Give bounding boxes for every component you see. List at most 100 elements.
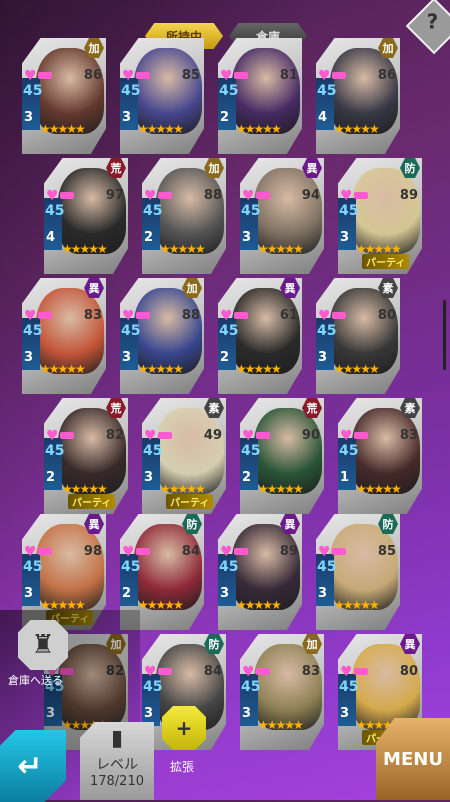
rarity-stars: ★★★★★ [62,242,108,256]
unit-level: 45 [219,559,239,575]
affinity-bar [136,548,150,555]
return-arrow-icon: ↵ [17,748,43,784]
rarity-stars: ★★★★★ [236,122,282,136]
heart-icon: ♥ [340,188,353,204]
heart-icon: ♥ [24,68,37,84]
slot-number: 2 [220,350,230,365]
affinity-bar [354,668,368,675]
cards-icon: ▮ [110,726,124,751]
demon-level: 86 [377,68,396,83]
rarity-stars: ★★★★★ [334,598,380,612]
rarity-stars: ★★★★★ [160,242,206,256]
slot-number: 2 [242,470,252,485]
demon-card[interactable]: 45 3 ♥ 85 ★★★★★ [120,38,204,154]
affinity-bar [256,432,270,439]
unit-level: 45 [45,443,65,459]
demon-level: 83 [301,664,320,679]
demon-level: 90 [301,428,320,443]
unit-level: 45 [45,203,65,219]
demon-level: 89 [279,544,298,559]
menu-button[interactable]: MENU [376,718,450,800]
rarity-stars: ★★★★★ [138,598,184,612]
slot-number: 3 [318,586,328,601]
demon-level: 83 [83,308,102,323]
slot-number: 2 [46,470,56,485]
unit-level: 45 [121,323,141,339]
demon-level: 61 [279,308,298,323]
demon-card[interactable]: 45 2 ♥ 81 ★★★★★ [218,38,302,154]
demon-level: 97 [105,188,124,203]
expand-button[interactable]: + [162,706,206,750]
affinity-bar [158,668,172,675]
heart-icon: ♥ [144,188,157,204]
plus-icon: + [175,716,193,740]
slot-number: 3 [340,230,350,245]
unit-level: 45 [23,559,43,575]
unit-level: 45 [317,83,337,99]
demon-level: 98 [83,544,102,559]
heart-icon: ♥ [220,68,233,84]
scrollbar[interactable] [443,300,446,370]
rarity-stars: ★★★★★ [258,718,304,732]
demon-level: 88 [203,188,222,203]
robot-icon: ♜ [31,630,55,660]
rarity-stars: ★★★★★ [236,362,282,376]
unit-level: 45 [23,83,43,99]
affinity-bar [234,72,248,79]
send-to-storage-label: 倉庫へ送る [8,674,63,687]
slot-number: 4 [318,110,328,125]
heart-icon: ♥ [242,664,255,680]
slot-number: 3 [122,350,132,365]
slot-number: 3 [144,706,154,721]
unit-level: 45 [317,323,337,339]
demon-level: 94 [301,188,320,203]
demon-level: 85 [181,68,200,83]
demon-level: 88 [181,308,200,323]
unit-level: 45 [143,679,163,695]
affinity-bar [158,192,172,199]
heart-icon: ♥ [46,188,59,204]
unit-level: 45 [317,559,337,575]
slot-number: 3 [122,110,132,125]
rarity-stars: ★★★★★ [138,122,184,136]
unit-level: 45 [121,559,141,575]
demon-level: 49 [203,428,222,443]
unit-level: 45 [121,83,141,99]
level-label: レベル [96,757,138,773]
heart-icon: ♥ [340,664,353,680]
unit-level: 45 [23,323,43,339]
heart-icon: ♥ [122,68,135,84]
demon-level: 86 [83,68,102,83]
level-value: 178/210 [89,774,144,789]
rarity-stars: ★★★★★ [258,242,304,256]
unit-level: 45 [241,443,261,459]
heart-icon: ♥ [318,544,331,560]
slot-number: 3 [318,350,328,365]
slot-number: 4 [46,230,56,245]
demon-level: 84 [203,664,222,679]
affinity-bar [256,192,270,199]
affinity-bar [38,312,52,319]
party-badge: パーティ [362,254,410,269]
demon-level: 85 [377,544,396,559]
affinity-bar [332,72,346,79]
rarity-stars: ★★★★★ [356,482,402,496]
slot-number: 3 [242,230,252,245]
demon-level: 89 [399,188,418,203]
heart-icon: ♥ [318,308,331,324]
affinity-bar [38,548,52,555]
demon-level: 84 [181,544,200,559]
heart-icon: ♥ [24,544,37,560]
slot-number: 2 [144,230,154,245]
unit-level: 45 [219,323,239,339]
unit-level: 45 [339,203,359,219]
affinity-bar [60,192,74,199]
affinity-bar [332,548,346,555]
slot-number: 3 [24,110,34,125]
send-to-storage-button[interactable]: ♜ [18,620,68,670]
affinity-bar [38,72,52,79]
rarity-stars: ★★★★★ [334,122,380,136]
unit-level: 45 [241,679,261,695]
slot-number: 3 [24,586,34,601]
heart-icon: ♥ [122,544,135,560]
